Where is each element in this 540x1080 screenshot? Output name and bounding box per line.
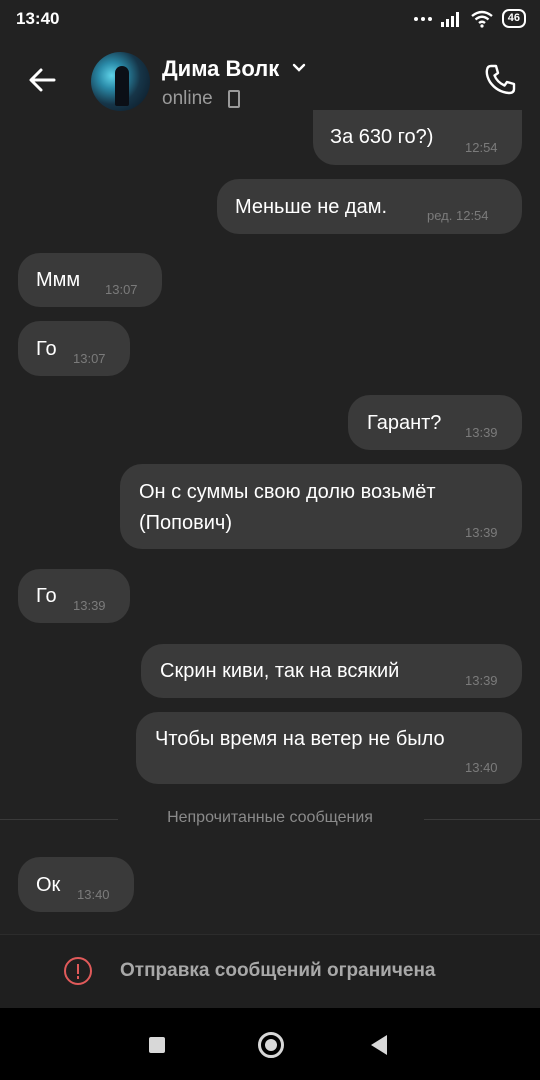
message-time: 13:39: [465, 425, 498, 440]
status-bar: 13:40 46: [0, 0, 540, 40]
message-bubble-outgoing[interactable]: Чтобы время на ветер не было 13:40: [136, 712, 522, 784]
message-bubble-incoming[interactable]: Го 13:39: [18, 569, 130, 623]
wifi-icon: [471, 10, 493, 28]
message-bubble-outgoing[interactable]: Он с суммы свою долю возьмёт (Попович) 1…: [120, 464, 522, 549]
avatar[interactable]: [91, 52, 150, 111]
message-bubble-outgoing[interactable]: Меньше не дам. ред. 12:54: [217, 179, 522, 234]
warning-icon: [64, 957, 92, 985]
recents-square-icon[interactable]: [149, 1037, 165, 1053]
home-circle-icon[interactable]: [258, 1032, 284, 1058]
battery-icon: 46: [501, 9, 526, 28]
message-time: 13:39: [73, 598, 106, 613]
contact-status: online: [162, 88, 213, 109]
message-text: Меньше не дам.: [235, 196, 388, 218]
message-bubble-incoming[interactable]: Ммм 13:07: [18, 253, 162, 307]
status-icons: 46: [413, 9, 526, 28]
message-time: ред. 12:54: [427, 208, 489, 223]
message-text: Го: [36, 338, 57, 360]
message-time: 13:39: [465, 525, 498, 540]
message-text: Го: [36, 585, 57, 607]
message-time: 13:07: [105, 282, 138, 297]
restricted-notice-bar: Отправка сообщений ограничена: [0, 934, 540, 1009]
message-time: 13:40: [465, 760, 498, 775]
unread-label: Непрочитанные сообщения: [167, 809, 373, 826]
back-triangle-icon[interactable]: [371, 1035, 387, 1055]
message-text: Гарант?: [367, 412, 442, 434]
message-text-line-1: Он с суммы свою долю возьмёт: [139, 481, 436, 503]
message-text: Ок: [36, 874, 61, 896]
phone-icon[interactable]: [482, 62, 518, 98]
message-bubble-incoming[interactable]: Ок 13:40: [18, 857, 134, 912]
phone-device-icon: [228, 90, 240, 108]
message-text: Ммм: [36, 269, 81, 291]
contact-name[interactable]: Дима Волк: [162, 56, 279, 82]
more-dots-icon: [413, 16, 432, 21]
message-text-line-2: (Попович): [139, 512, 232, 534]
chevron-down-icon[interactable]: [292, 63, 306, 73]
back-arrow-icon[interactable]: [24, 62, 60, 98]
message-time: 13:39: [465, 673, 498, 688]
avatar-figure: [115, 66, 129, 106]
chat-screen: 13:40 46 Дима Волк online За 630 го?) 12…: [0, 0, 540, 1080]
message-time: 12:54: [465, 140, 498, 155]
signal-icon: [440, 11, 459, 27]
message-time: 13:40: [77, 887, 110, 902]
status-time: 13:40: [16, 9, 60, 28]
system-nav-bar: [0, 1008, 540, 1080]
restricted-notice-text: Отправка сообщений ограничена: [120, 960, 436, 981]
message-bubble-outgoing[interactable]: Гарант? 13:39: [348, 395, 522, 450]
message-text: Скрин киви, так на всякий: [160, 660, 400, 682]
message-time: 13:07: [73, 351, 106, 366]
message-text: Чтобы время на ветер не было: [155, 728, 445, 750]
message-text: За 630 го?): [330, 126, 434, 148]
unread-divider: Непрочитанные сообщения: [0, 804, 540, 834]
message-bubble-incoming[interactable]: Го 13:07: [18, 321, 130, 376]
message-bubble-outgoing[interactable]: Скрин киви, так на всякий 13:39: [141, 644, 522, 698]
message-bubble-outgoing[interactable]: За 630 го?) 12:54: [313, 110, 522, 165]
